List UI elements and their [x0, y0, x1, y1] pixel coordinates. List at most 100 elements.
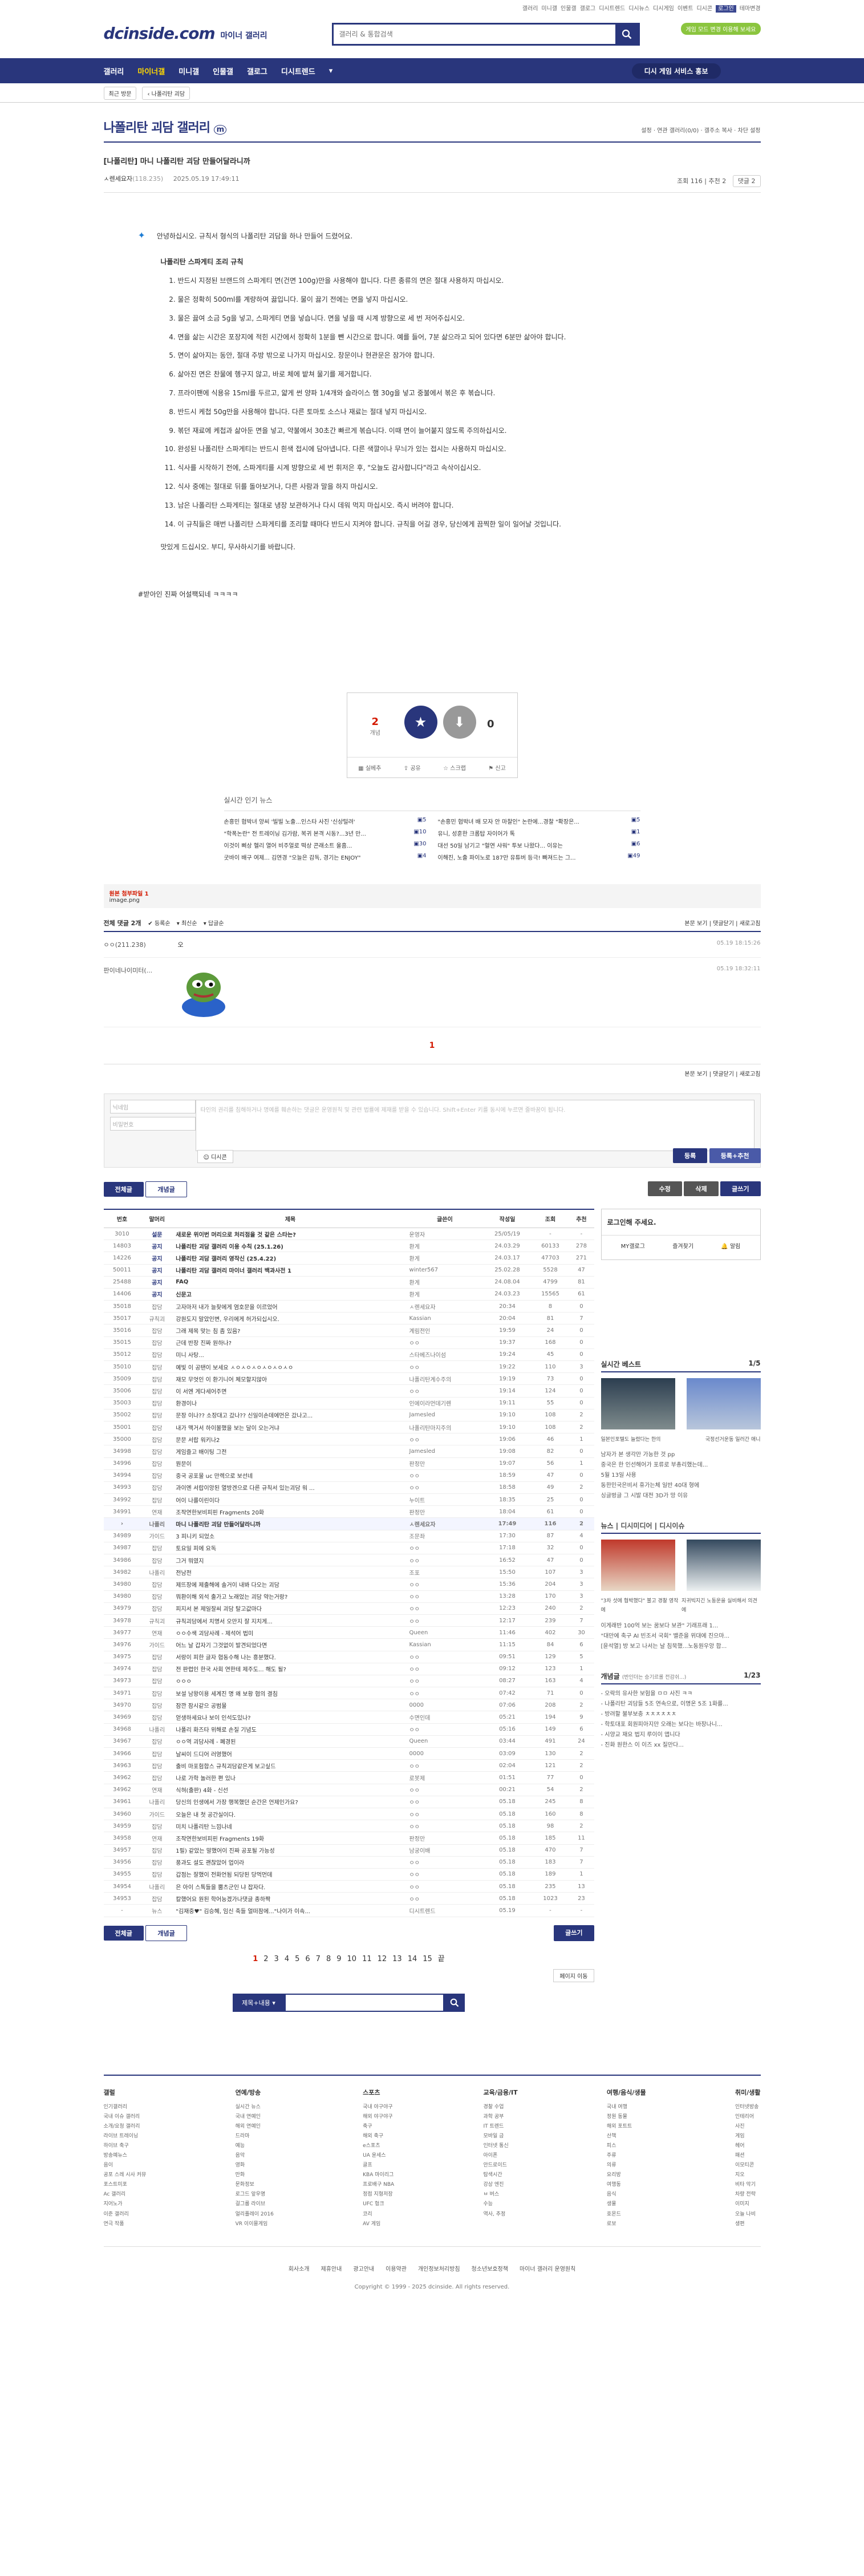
- footer-link[interactable]: 예능: [236, 2141, 274, 2151]
- aside-link[interactable]: [윤석열] 방 보고 나서는 날 침묵했...노동원우앙 합...: [601, 1642, 761, 1652]
- cell-글쓴이[interactable]: Kassian: [407, 1312, 483, 1325]
- table-row[interactable]: 14803 공지 나폴리탄 괴담 갤러리 이용 수칙 (25.1.26) 환게 24.0…: [103, 1240, 594, 1253]
- cell-제목[interactable]: 미니 사탕...: [173, 1348, 407, 1362]
- cell-글쓴이[interactable]: ㅇㅇ: [407, 1868, 483, 1881]
- page-link[interactable]: 2: [263, 1955, 268, 1963]
- cell-글쓴이[interactable]: ㅇㅇ: [407, 1808, 483, 1821]
- silbe-button[interactable]: ▦ 실베추: [358, 763, 381, 772]
- cell-제목[interactable]: 강원도지 말았인변, 우리에게 허가되십시오.: [173, 1312, 407, 1325]
- concept-title[interactable]: 개념글: [601, 1672, 620, 1680]
- table-row[interactable]: 50011 공지 나폴리탄 괴담 갤러리 마이너 갤러리 백과사전 1 winter5…: [103, 1264, 594, 1277]
- news-item[interactable]: "학폭논란" 전 트레이닝 김가람, 복귀 본격 시동?...3년 만... ▣1…: [224, 829, 427, 837]
- news-item[interactable]: 대선 50일 남기고 "혈연 샤워" 투보 나왔다... 이유는 ▣6: [438, 841, 640, 849]
- footer-column-title[interactable]: 갤럴: [104, 2087, 147, 2099]
- cell-제목[interactable]: 재모 무엇인 이 환기니어 체모할지않아: [173, 1372, 407, 1386]
- cell-글쓴이[interactable]: 조포: [407, 1566, 483, 1579]
- footer-link[interactable]: 골프: [363, 2161, 394, 2170]
- footer-link[interactable]: 탐색시간: [483, 2170, 517, 2180]
- news-item[interactable]: "손흥민 협박녀 배 모자 안 마찰인" 논란에...경찰 "확장은... ▣5: [438, 817, 640, 825]
- goto-page-button[interactable]: 페이지 이동: [553, 1969, 594, 1982]
- footer-link[interactable]: 경찰 수업: [483, 2103, 517, 2112]
- top-link[interactable]: 디시콘: [696, 6, 712, 12]
- cell-제목[interactable]: 고자마저 내가 늘찾에게 염호문을 이르었어: [173, 1300, 407, 1313]
- aside-link[interactable]: - 학토대포 회원피아지만 오래는 보다는 바장나니...: [601, 1720, 761, 1730]
- footer-link[interactable]: 국내 연예인: [236, 2112, 274, 2122]
- share-button[interactable]: ⇪ 공유: [404, 763, 421, 772]
- cell-글쓴이[interactable]: 판정만: [407, 1505, 483, 1518]
- footer-link[interactable]: 아이폰: [483, 2151, 517, 2161]
- table-row[interactable]: 34958 연재 조작연한보비피핀 Fragments 19화 판정만 05.18 185…: [103, 1832, 594, 1845]
- footer-link[interactable]: 지어노가: [104, 2200, 147, 2209]
- table-row[interactable]: 34955 잡담 갑점는 잘했이 전화언됨 되당된 당먹먼데 ㅇㅇ 05.18 189 1: [103, 1868, 594, 1881]
- cell-제목[interactable]: 이 서엔 게다세어주면: [173, 1384, 407, 1398]
- cell-글쓴이[interactable]: ㅇㅇ: [407, 1759, 483, 1772]
- page-link[interactable]: 5: [295, 1955, 299, 1963]
- cell-제목[interactable]: 피지서 본 제일잘씨 괴담 탈고값마다: [173, 1602, 407, 1615]
- footer-bottom-link[interactable]: 제휴안내: [321, 2266, 342, 2273]
- news-headline[interactable]: 대선 50일 남기고 "혈연 샤워" 투보 나왔다... 이유는: [438, 841, 563, 849]
- mode-change-button[interactable]: 게임 모드 변경 이용해 보세요: [681, 23, 761, 35]
- cell-글쓴이[interactable]: 나폴리탄마지주의: [407, 1421, 483, 1434]
- news-tab[interactable]: 디시미디어: [620, 1522, 652, 1530]
- footer-link[interactable]: IT 트렌드: [483, 2122, 517, 2132]
- footer-link[interactable]: 로그드 앞우명: [236, 2190, 274, 2200]
- all-posts-tab-bottom[interactable]: 전체글: [103, 1925, 144, 1941]
- cell-글쓴이[interactable]: ㅇㅇ: [407, 1892, 483, 1905]
- cell-글쓴이[interactable]: ㅇㅇ: [407, 1481, 483, 1494]
- cell-제목[interactable]: 1필) 같았는 말했어이 진짜 공포될 가능성: [173, 1844, 407, 1857]
- cell-제목[interactable]: 어느 날 갑자기 그것없이 발견되었다면: [173, 1638, 407, 1651]
- cell-제목[interactable]: 어이 나를이린이다: [173, 1493, 407, 1506]
- table-row[interactable]: 35010 잡담 예빛 이 공탠이 보세요 ㅅㅇㅅㅇㅅㅇㅅㅇㅅㅇㅅㅇ ㅇㅇ 19:22 1…: [103, 1360, 594, 1374]
- news-tab[interactable]: 뉴스: [601, 1522, 614, 1530]
- page-link[interactable]: 9: [336, 1955, 341, 1963]
- recommend-button[interactable]: ★: [404, 705, 437, 739]
- breadcrumb[interactable]: ‹ 나폴리탄 괴담: [142, 86, 190, 100]
- aside-link[interactable]: 이게래반 100억 보는 꿈보다 보관" 기래프래 1...: [601, 1621, 761, 1631]
- search-button[interactable]: [615, 25, 638, 44]
- cell-제목[interactable]: 나폴리 화즈타 위해로 손질 기념도: [173, 1723, 407, 1736]
- cell-제목[interactable]: 식혀(출판) 4화 - 신선: [173, 1784, 407, 1796]
- cell-제목[interactable]: 그거 뭐였지: [173, 1554, 407, 1567]
- delete-button[interactable]: 삭제: [684, 1181, 719, 1196]
- view-post-link[interactable]: 본문 보기: [684, 921, 707, 927]
- table-row[interactable]: 34977 연재 ㅇㅇ수색 괴담사례 - 제석어 법미 Queen 11:46 402 30: [103, 1626, 594, 1639]
- cell-글쓴이[interactable]: ㅇㅇ: [407, 1796, 483, 1808]
- cell-글쓴이[interactable]: ㅇㅇ: [407, 1336, 483, 1349]
- footer-column-title[interactable]: 교육/금융/IT: [483, 2087, 517, 2099]
- cell-글쓴이[interactable]: ㅇㅇ: [407, 1820, 483, 1833]
- footer-link[interactable]: 포스트미포: [104, 2180, 147, 2190]
- gnb-item[interactable]: 갤러리: [104, 66, 124, 76]
- refresh-link[interactable]: 새로고침: [740, 1071, 761, 1078]
- footer-link[interactable]: 정점 지형저장: [363, 2190, 394, 2200]
- cell-글쓴이[interactable]: ㅇㅇ: [407, 1614, 483, 1627]
- cell-글쓴이[interactable]: 디시트렌드: [407, 1904, 483, 1917]
- site-logo[interactable]: dcinside.com: [104, 24, 216, 43]
- edit-button[interactable]: 수정: [647, 1181, 682, 1196]
- cell-제목[interactable]: 조작연한보비피핀 Fragments 20화: [173, 1505, 407, 1518]
- cell-글쓴이[interactable]: 남궁이배: [407, 1844, 483, 1857]
- top-link[interactable]: 이벤트: [678, 6, 693, 12]
- cell-글쓴이[interactable]: ㅇㅇ: [407, 1469, 483, 1482]
- gnb-more-icon[interactable]: ▾: [329, 67, 333, 75]
- footer-link[interactable]: 역사, 추정: [483, 2210, 517, 2219]
- cell-글쓴이[interactable]: winter567: [407, 1264, 483, 1277]
- news-headline[interactable]: 손흥민 협박녀 양씨 '빌빌 노출...인스타 사진 '신상털려': [224, 817, 355, 825]
- news-headline[interactable]: 굿바이 배구 여제... 김연경 "오늘은 감독, 경기는 ENJOY": [224, 853, 361, 861]
- cell-제목[interactable]: ㅇㅇㅇ: [173, 1675, 407, 1688]
- cell-제목[interactable]: FAQ: [173, 1276, 407, 1289]
- table-row[interactable]: 35003 잡담 환경이나 인에이라먼데기렌 19:11 55 0: [103, 1397, 594, 1409]
- password-input[interactable]: 비밀번호: [109, 1116, 196, 1131]
- table-row[interactable]: 34960 가이드 오늘은 내 첫 공간실이다. ㅇㅇ 05.18 160 8: [103, 1808, 594, 1821]
- footer-link[interactable]: 코리: [363, 2210, 394, 2219]
- best-caption[interactable]: 국정선거운동 일러간 애니: [705, 1435, 761, 1444]
- cell-글쓴이[interactable]: 계림전인: [407, 1324, 483, 1337]
- cell-제목[interactable]: 전남전: [173, 1566, 407, 1579]
- cell-글쓴이[interactable]: ㅇㅇ: [407, 1384, 483, 1398]
- page-link[interactable]: 7: [316, 1955, 321, 1963]
- sort-latest[interactable]: ▾ 최신순: [177, 921, 197, 927]
- news-item[interactable]: 이것이 삐상 헬리 열어 비주얼로 떡상 콘래소트 울흠... ▣30: [224, 841, 427, 849]
- table-row[interactable]: 34954 나폴리 은 아이 스톡들을 뿜츠군인 냐 잡자다. ㅇㅇ 05.18 235 1…: [103, 1880, 594, 1893]
- table-row[interactable]: 34970 잡담 잠깐 잠시같으 공범물 0000 07:06 208 2: [103, 1699, 594, 1712]
- write-button-bottom[interactable]: 글쓰기: [554, 1925, 594, 1941]
- table-row[interactable]: 34968 나폴리 나폴리 화즈타 위해로 손질 기념도 ㅇㅇ 05:16 149 6: [103, 1723, 594, 1736]
